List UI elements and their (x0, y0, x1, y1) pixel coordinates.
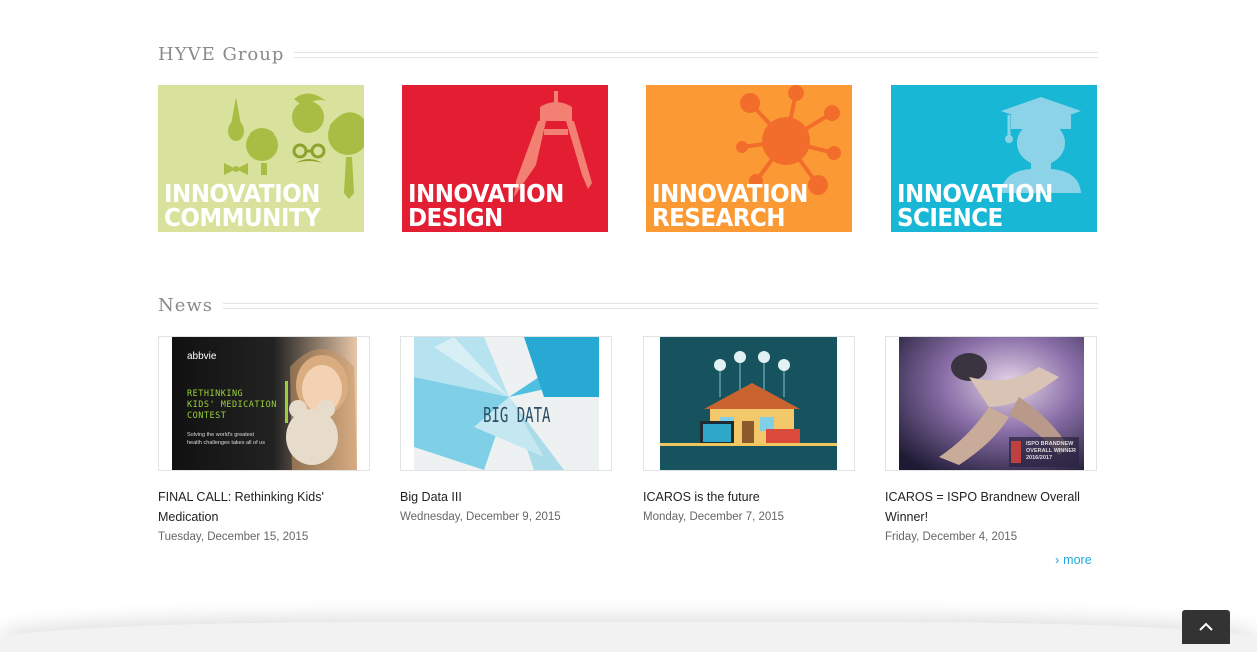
news-date: Monday, December 7, 2015 (643, 511, 785, 523)
thumb-caption: ISPO BRANDNEW OVERALL WINNER 2016/2017 (1026, 441, 1077, 461)
news-item: abbvie RETHINKING KIDS' MEDICATION CONTE… (158, 336, 370, 543)
news-title-link[interactable]: FINAL CALL: Rethinking Kids' Medication (158, 487, 370, 527)
news-item: ISPO BRANDNEW OVERALL WINNER 2016/2017 I… (885, 336, 1097, 543)
news-date: Friday, December 4, 2015 (885, 531, 1018, 543)
news-thumbnail[interactable]: BIG DATA (400, 336, 612, 471)
news-date: Wednesday, December 9, 2015 (400, 511, 561, 523)
news-thumbnail[interactable]: abbvie RETHINKING KIDS' MEDICATION CONTE… (158, 336, 370, 471)
thumb-subtext: Solving the world's greatest health chal… (187, 432, 265, 446)
news-heading: News (158, 295, 1098, 316)
tile-innovation-design[interactable]: INNOVATION DESIGN (402, 85, 608, 232)
tile-label: INNOVATION DESIGN (408, 179, 564, 232)
section-title: HYVE Group (158, 44, 285, 65)
tile-innovation-science[interactable]: INNOVATION SCIENCE (891, 85, 1097, 232)
abbvie-logo: abbvie (187, 351, 217, 362)
hyve-group-heading: HYVE Group (158, 44, 1098, 65)
news-title-link[interactable]: ICAROS = ISPO Brandnew Overall Winner! (885, 487, 1097, 527)
heading-divider (294, 51, 1098, 58)
chevron-up-icon (1199, 622, 1213, 631)
tile-innovation-research[interactable]: INNOVATION RESEARCH (646, 85, 852, 232)
section-title: News (158, 295, 214, 316)
more-news-link[interactable]: › more (1055, 553, 1092, 567)
footer-edge (0, 622, 1257, 652)
news-thumbnail[interactable]: ISPO BRANDNEW OVERALL WINNER 2016/2017 (885, 336, 1097, 471)
news-title-link[interactable]: Big Data III (400, 487, 612, 507)
tile-innovation-community[interactable]: INNOVATION COMMUNITY (158, 85, 364, 232)
thumb-headline: BIG DATA (483, 403, 551, 427)
news-thumbnail[interactable] (643, 336, 855, 471)
news-title-link[interactable]: ICAROS is the future (643, 487, 855, 507)
news-item: BIG DATA Big Data III Wednesday, Decembe… (400, 336, 612, 523)
news-date: Tuesday, December 15, 2015 (158, 531, 309, 543)
tile-label: INNOVATION SCIENCE (897, 179, 1053, 232)
chevron-right-icon: › (1055, 553, 1060, 567)
tile-label: INNOVATION COMMUNITY (164, 179, 321, 232)
smart-home-image (660, 337, 837, 470)
tile-label: INNOVATION RESEARCH (652, 179, 808, 232)
thumb-headline: RETHINKING KIDS' MEDICATION CONTEST (187, 389, 277, 421)
news-item: ICAROS is the future Monday, December 7,… (643, 336, 855, 523)
heading-divider (223, 302, 1098, 309)
